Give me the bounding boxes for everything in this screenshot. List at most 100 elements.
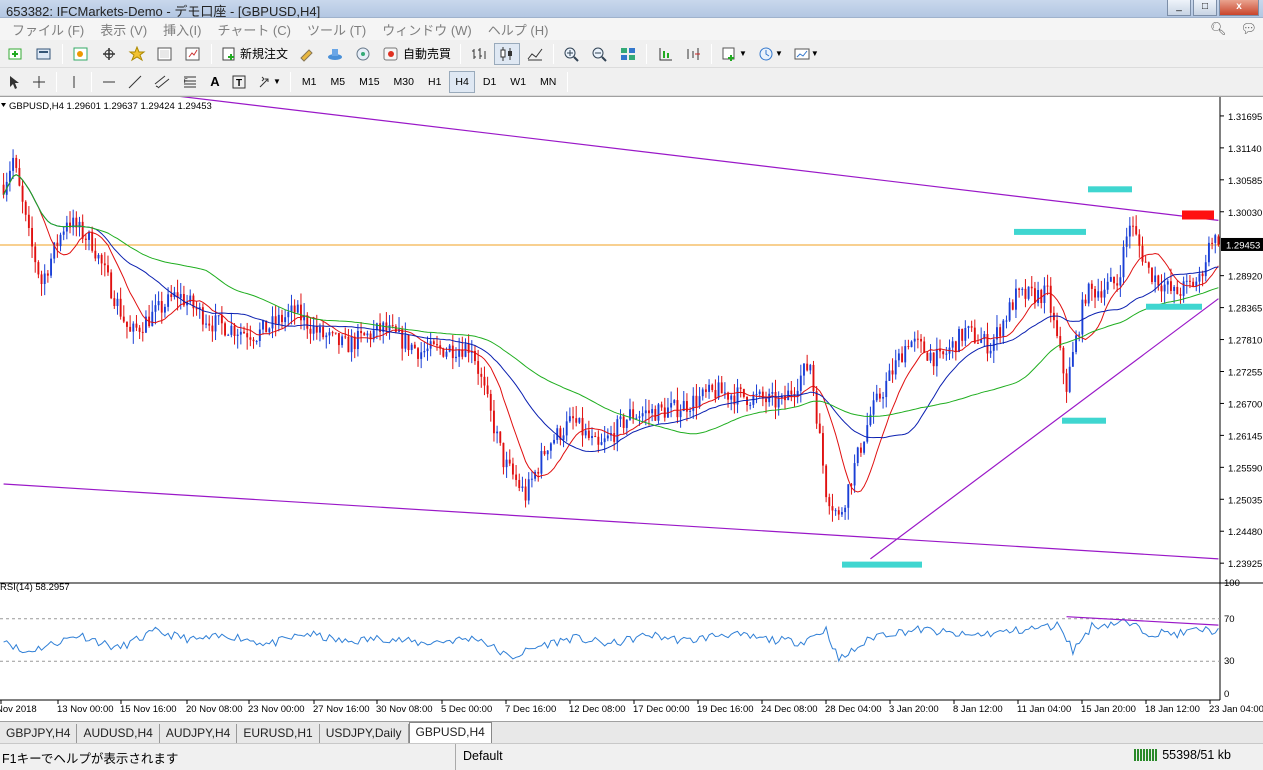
candle-body (629, 409, 631, 420)
help-hint: F1キーでヘルプが表示されます (2, 752, 179, 766)
candle-body (277, 314, 280, 325)
profiles-icon[interactable] (31, 43, 57, 65)
tile-windows-icon[interactable] (615, 43, 641, 65)
timeframe-m5[interactable]: M5 (325, 71, 352, 93)
candle-body (1147, 262, 1150, 268)
chat-icon[interactable]: 💬︎ (1240, 21, 1257, 37)
minimize-button[interactable]: _ (1167, 0, 1191, 16)
community-icon[interactable] (350, 43, 376, 65)
arrows-icon[interactable]: ▼ (253, 71, 285, 93)
candle-body (1081, 299, 1084, 335)
menu-chart[interactable]: チャート (C) (209, 20, 299, 39)
tab-gbpusd-h4[interactable]: GBPUSD,H4 (408, 722, 492, 743)
channel-icon[interactable] (149, 71, 175, 93)
price-chart[interactable]: 1.31695 1.31140 1.30585 1.30030 1.28920 1.283… (0, 74, 1263, 722)
navigator-icon[interactable] (124, 43, 150, 65)
tab-audjpy-h4[interactable]: AUDJPY,H4 (160, 724, 238, 743)
periods-icon[interactable]: ▼ (753, 43, 787, 65)
candle-body (568, 416, 571, 422)
bar-chart-icon[interactable] (466, 43, 492, 65)
candle-body (859, 447, 862, 453)
timeframe-mn[interactable]: MN (534, 71, 562, 93)
trendline-icon[interactable] (123, 71, 147, 93)
candle-body (141, 331, 144, 333)
timeframe-h1[interactable]: H1 (422, 71, 447, 93)
candle-body (901, 353, 904, 363)
candle-body (492, 410, 495, 434)
candle-body (774, 391, 777, 408)
menu-window[interactable]: ウィンドウ (W) (374, 20, 480, 39)
terminal-icon[interactable] (152, 43, 178, 65)
timeframe-d1[interactable]: D1 (477, 71, 502, 93)
candle-body (170, 294, 173, 297)
market-watch-icon[interactable] (68, 43, 94, 65)
menu-tools[interactable]: ツール (T) (299, 20, 374, 39)
candle-body (1154, 275, 1157, 282)
profile-name[interactable]: Default (455, 744, 503, 770)
timeframe-m15[interactable]: M15 (353, 71, 385, 93)
templates-icon[interactable]: ▼ (789, 43, 823, 65)
candle-body (401, 329, 404, 349)
search-icon[interactable]: 🔍︎ (1210, 21, 1227, 37)
horizontal-line-icon[interactable] (97, 71, 121, 93)
auto-trading-button[interactable]: 自動売買 (378, 43, 455, 65)
new-order-button[interactable]: 新規注文 (217, 43, 292, 65)
close-button[interactable]: x (1219, 0, 1259, 16)
candle-body (268, 328, 271, 333)
candle-body (350, 336, 353, 353)
auto-trading-label: 自動売買 (403, 47, 452, 61)
chart-window[interactable]: 1.31695 1.31140 1.30585 1.30030 1.28920 1.283… (0, 74, 1263, 722)
timeframe-w1[interactable]: W1 (504, 71, 532, 93)
cursor-icon[interactable] (3, 71, 25, 93)
chart-shift-icon[interactable] (680, 43, 706, 65)
data-window-icon[interactable] (96, 43, 122, 65)
timeframe-m1[interactable]: M1 (296, 71, 323, 93)
candle-body (1075, 335, 1078, 353)
candle-body (616, 419, 619, 442)
candle-body (806, 363, 809, 371)
menu-file[interactable]: ファイル (F) (4, 20, 92, 39)
candle-body (97, 254, 100, 259)
restore-button[interactable]: □ (1193, 0, 1217, 16)
candle-body (331, 332, 334, 334)
price-label: 1.25590 (1228, 463, 1262, 474)
indicators-icon[interactable]: ▼ (717, 43, 751, 65)
tab-audusd-h4[interactable]: AUDUSD,H4 (77, 724, 160, 743)
new-chart-icon[interactable] (3, 43, 29, 65)
menu-insert[interactable]: 挿入(I) (155, 20, 209, 39)
price-label: 1.27810 (1228, 336, 1262, 347)
text-label-icon[interactable]: T (227, 71, 251, 93)
tab-gbpjpy-h4[interactable]: GBPJPY,H4 (0, 724, 78, 743)
resistance-marker (1182, 210, 1214, 220)
auto-scroll-icon[interactable] (652, 43, 678, 65)
candle-body (1049, 285, 1052, 313)
time-label: 5 Dec 00:00 (441, 704, 492, 715)
moving-average-mid (3, 174, 1219, 453)
candle-body (641, 413, 644, 417)
candle-body (1037, 290, 1040, 304)
menu-view[interactable]: 表示 (V) (92, 20, 155, 39)
connection-status[interactable]: 55398/51 kb (1134, 748, 1231, 762)
candle-body (897, 353, 900, 361)
candle-body (809, 364, 812, 371)
zoom-in-icon[interactable] (559, 43, 585, 65)
fibonacci-icon[interactable]: F (177, 71, 203, 93)
meta-editor-icon[interactable] (294, 43, 320, 65)
zoom-out-icon[interactable] (587, 43, 613, 65)
candle-body (1182, 281, 1185, 296)
crosshair-icon[interactable] (27, 71, 51, 93)
timeframe-h4[interactable]: H4 (449, 70, 475, 93)
line-chart-icon[interactable] (522, 43, 548, 65)
timeframe-m30[interactable]: M30 (388, 71, 420, 93)
signals-icon[interactable] (322, 43, 348, 65)
candle-body (888, 370, 891, 381)
candle-body (597, 436, 600, 445)
menu-help[interactable]: ヘルプ (H) (480, 20, 557, 39)
candlestick-chart-icon[interactable] (494, 42, 521, 65)
tester-icon[interactable] (180, 43, 206, 65)
rsi-line (3, 618, 1219, 663)
text-icon[interactable]: A (205, 71, 225, 93)
tab-eurusd-h1[interactable]: EURUSD,H1 (237, 724, 320, 743)
vertical-line-icon[interactable] (62, 71, 86, 93)
tab-usdjpy-daily[interactable]: USDJPY,Daily (320, 724, 409, 743)
